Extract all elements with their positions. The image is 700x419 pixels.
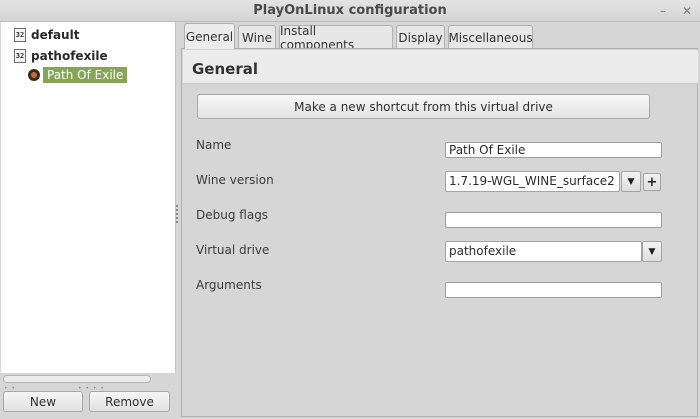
tab-miscellaneous[interactable]: Miscellaneous	[448, 25, 533, 49]
prefix-32bit-icon: 32	[14, 28, 26, 42]
name-label: Name	[196, 138, 232, 152]
make-shortcut-button[interactable]: Make a new shortcut from this virtual dr…	[197, 94, 650, 119]
tab-display[interactable]: Display	[396, 25, 445, 49]
wine-version-label: Wine version	[196, 173, 274, 187]
horizontal-scrollbar[interactable]	[3, 375, 151, 383]
name-field[interactable]: Path Of Exile	[445, 142, 662, 158]
pane-splitter[interactable]	[176, 205, 180, 225]
tree-item-default[interactable]: 32 default	[14, 25, 79, 45]
page-title: General	[192, 60, 258, 78]
tab-wine[interactable]: Wine	[238, 25, 276, 49]
tree-item-path-of-exile[interactable]: Path Of Exile	[28, 65, 128, 85]
title-bar[interactable]: PlayOnLinux configuration – ✕	[0, 0, 700, 22]
tree-item-label: default	[31, 28, 80, 42]
arguments-field[interactable]	[445, 282, 662, 298]
prefix-32bit-icon: 32	[14, 49, 26, 63]
prefix-tree[interactable]: 32 default 32 pathofexile Path Of Exile	[1, 22, 176, 373]
remove-button[interactable]: Remove	[89, 391, 170, 412]
panel-header: General	[183, 50, 698, 84]
close-icon[interactable]: ✕	[682, 4, 692, 18]
wine-version-select[interactable]: 1.7.19-WGL_WINE_surface2	[445, 171, 620, 192]
virtual-drive-select[interactable]: pathofexile	[445, 241, 642, 262]
chevron-down-icon[interactable]: ▼	[642, 241, 662, 262]
game-icon	[28, 69, 40, 81]
add-wine-version-button[interactable]: +	[643, 173, 661, 191]
virtual-drive-label: Virtual drive	[196, 243, 270, 257]
minimize-icon[interactable]: –	[660, 4, 666, 18]
tree-item-pathofexile[interactable]: 32 pathofexile	[14, 46, 108, 66]
new-button[interactable]: New	[3, 391, 83, 412]
window-title: PlayOnLinux configuration	[253, 3, 447, 18]
general-panel: General Make a new shortcut from this vi…	[181, 48, 698, 417]
chevron-down-icon[interactable]: ▼	[621, 171, 641, 192]
tab-install-components[interactable]: Install components	[279, 24, 393, 52]
tree-item-label-selected: Path Of Exile	[43, 67, 128, 83]
debug-flags-field[interactable]	[445, 212, 662, 228]
playonlinux-config-window: PlayOnLinux configuration – ✕ 32 default…	[0, 0, 700, 419]
tree-item-label: pathofexile	[31, 49, 108, 63]
plus-icon: +	[646, 174, 658, 190]
tab-general[interactable]: General	[184, 23, 235, 49]
arguments-label: Arguments	[196, 278, 262, 292]
debug-flags-label: Debug flags	[196, 208, 269, 222]
